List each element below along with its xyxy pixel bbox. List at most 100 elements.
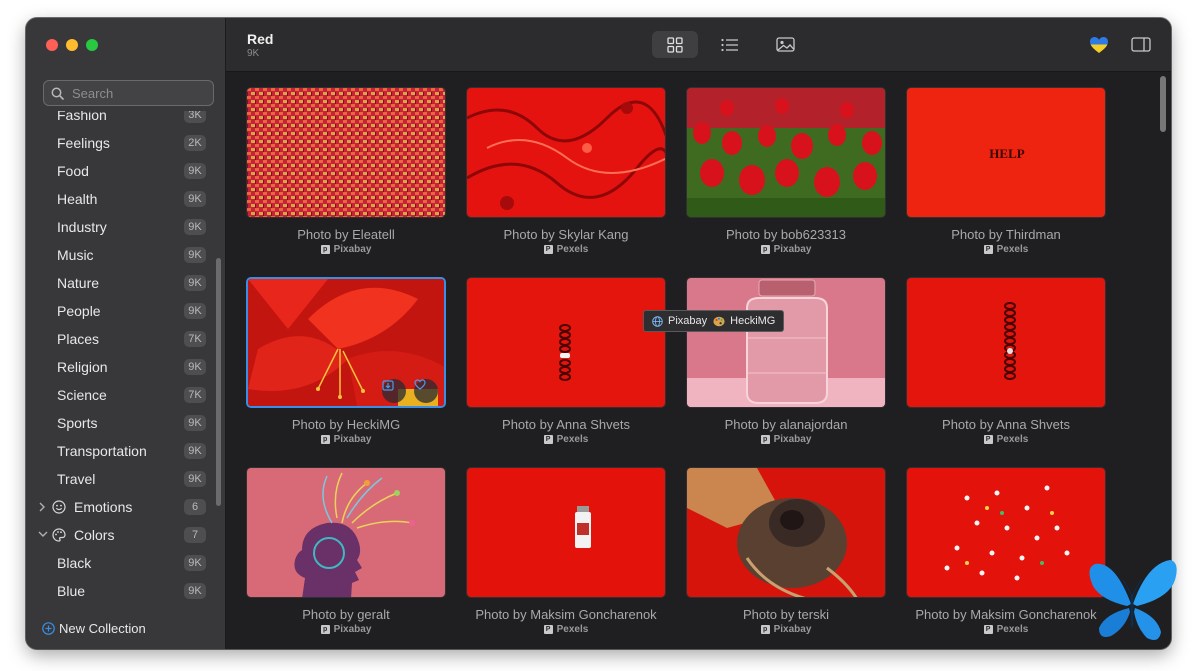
photo-card[interactable]: Photo by alanajordan p Pixabay	[686, 277, 886, 457]
search-input[interactable]	[70, 84, 204, 102]
photo-thumbnail[interactable]	[906, 467, 1106, 598]
photo-thumbnail[interactable]	[906, 277, 1106, 408]
sidebar-item-industry[interactable]: Industry 9K	[26, 213, 216, 241]
photo-caption: Photo by bob623313	[726, 227, 846, 242]
photo-card[interactable]: Photo by Maksim Goncharenok P Pexels	[466, 467, 666, 647]
count-badge: 9K	[184, 471, 206, 487]
pexels-logo-icon: P	[983, 435, 993, 444]
photo-thumbnail[interactable]	[466, 87, 666, 218]
photo-card[interactable]: Photo by HeckiMG p Pixabay	[246, 277, 446, 457]
ukraine-heart-icon[interactable]	[1089, 36, 1109, 54]
close-window-button[interactable]	[46, 39, 58, 51]
source-label: Pixabay	[773, 244, 812, 255]
chevron-down-icon[interactable]	[38, 530, 48, 538]
favorite-button[interactable]	[414, 379, 438, 403]
photo-thumbnail[interactable]	[466, 467, 666, 598]
sidebar-item-feelings[interactable]: Feelings 2K	[26, 129, 216, 157]
photo-caption: Photo by Thirdman	[951, 227, 1061, 242]
vial-image	[467, 468, 665, 597]
photo-caption: Photo by alanajordan	[724, 417, 848, 432]
photo-card[interactable]: Photo by bob623313 p Pixabay	[686, 87, 886, 267]
photo-thumbnail[interactable]	[686, 87, 886, 218]
photo-card[interactable]: Photo by Skylar Kang P Pexels	[466, 87, 666, 267]
sidebar-item-black[interactable]: Black 9K	[26, 549, 216, 577]
sidebar-group-colors[interactable]: Colors 7	[26, 521, 216, 549]
photo-card[interactable]: Photo by geralt p Pixabay	[246, 467, 446, 647]
download-button[interactable]	[382, 379, 406, 403]
photo-thumbnail[interactable]: HELP	[906, 87, 1106, 218]
grid-icon	[667, 36, 683, 53]
sidebar-item-places[interactable]: Places 7K	[26, 325, 216, 353]
sidebar-item-label: Music	[57, 247, 94, 263]
photo-thumbnail[interactable]	[246, 277, 446, 408]
pexels-logo-icon: P	[543, 625, 553, 634]
sidebar-item-science[interactable]: Science 7K	[26, 381, 216, 409]
photo-thumbnail[interactable]	[466, 277, 666, 408]
source-label: Pexels	[556, 244, 589, 255]
new-collection-button[interactable]: New Collection	[42, 621, 146, 636]
pixabay-logo-icon: p	[760, 435, 770, 444]
sidebar-item-food[interactable]: Food 9K	[26, 157, 216, 185]
count-badge: 3K	[184, 111, 206, 123]
tulip-field-image	[687, 88, 885, 217]
sidebar-item-health[interactable]: Health 9K	[26, 185, 216, 213]
sidebar-scrollbar[interactable]	[216, 258, 221, 506]
photo-card[interactable]: Photo by Anna Shvets P Pexels	[906, 277, 1106, 457]
help-text: HELP	[989, 146, 1024, 161]
photo-caption: Photo by Anna Shvets	[502, 417, 630, 432]
sidebar-item-people[interactable]: People 9K	[26, 297, 216, 325]
count-badge: 7K	[184, 387, 206, 403]
grid-scrollbar[interactable]	[1160, 76, 1166, 132]
photo-thumbnail[interactable]	[246, 467, 446, 598]
sidebar-group-emotions[interactable]: Emotions 6	[26, 493, 216, 521]
sidebar-item-religion[interactable]: Religion 9K	[26, 353, 216, 381]
sidebar-item-label: Fashion	[57, 111, 107, 123]
photo-card[interactable]: HELP Photo by Thirdman P Pexels	[906, 87, 1106, 267]
minimize-window-button[interactable]	[66, 39, 78, 51]
sidebar-item-blue[interactable]: Blue 9K	[26, 577, 216, 605]
list-icon	[721, 38, 738, 51]
category-list: Fashion 3K Feelings 2K Food 9K Health 9K Ind…	[26, 111, 216, 609]
photo-thumbnail[interactable]	[246, 87, 446, 218]
source-label: Pexels	[556, 434, 589, 445]
sidebar-group-label: Colors	[74, 527, 115, 543]
pexels-logo-icon: P	[543, 245, 553, 254]
photo-source: P Pexels	[906, 624, 1106, 635]
photo-view-button[interactable]	[762, 31, 808, 58]
photo-source: p Pixabay	[686, 434, 886, 445]
photo-grid: Photo by Eleatell p Pixabay Photo by Skyl…	[246, 87, 1126, 649]
sidebar-item-sports[interactable]: Sports 9K	[26, 409, 216, 437]
globe-icon	[652, 315, 663, 327]
photo-card[interactable]: Photo by Anna Shvets P Pexels	[466, 277, 666, 457]
pixabay-logo-icon: p	[320, 625, 330, 634]
photo-card[interactable]: Photo by terski p Pixabay	[686, 467, 886, 647]
scattered-pills-image	[907, 468, 1105, 597]
sidebar-item-music[interactable]: Music 9K	[26, 241, 216, 269]
list-view-button[interactable]	[707, 31, 753, 58]
sidebar-item-label: Health	[57, 191, 98, 207]
count-badge: 9K	[184, 275, 206, 291]
pixabay-logo-icon: p	[760, 245, 770, 254]
count-badge: 9K	[184, 303, 206, 319]
search-field[interactable]	[43, 80, 214, 106]
photo-caption: Photo by terski	[743, 607, 829, 622]
new-collection-label: New Collection	[59, 621, 146, 636]
sidebar-item-travel[interactable]: Travel 9K	[26, 465, 216, 493]
count-badge: 9K	[184, 191, 206, 207]
grid-view-button[interactable]	[652, 31, 698, 58]
sidebar-toggle-icon[interactable]	[1131, 37, 1151, 52]
sidebar-item-fashion[interactable]: Fashion 3K	[26, 111, 216, 129]
zoom-window-button[interactable]	[86, 39, 98, 51]
photo-thumbnail[interactable]	[686, 277, 886, 408]
count-badge: 9K	[184, 247, 206, 263]
plus-circle-icon	[42, 622, 55, 635]
chevron-right-icon[interactable]	[38, 502, 46, 512]
photo-card[interactable]: Photo by Maksim Goncharenok P Pexels	[906, 467, 1106, 647]
photo-caption: Photo by geralt	[302, 607, 390, 622]
sidebar-item-nature[interactable]: Nature 9K	[26, 269, 216, 297]
photo-card[interactable]: Photo by Eleatell p Pixabay	[246, 87, 446, 267]
photo-thumbnail[interactable]	[686, 467, 886, 598]
sidebar-item-transportation[interactable]: Transportation 9K	[26, 437, 216, 465]
photo-caption: Photo by Eleatell	[297, 227, 395, 242]
photo-source: P Pexels	[466, 434, 666, 445]
